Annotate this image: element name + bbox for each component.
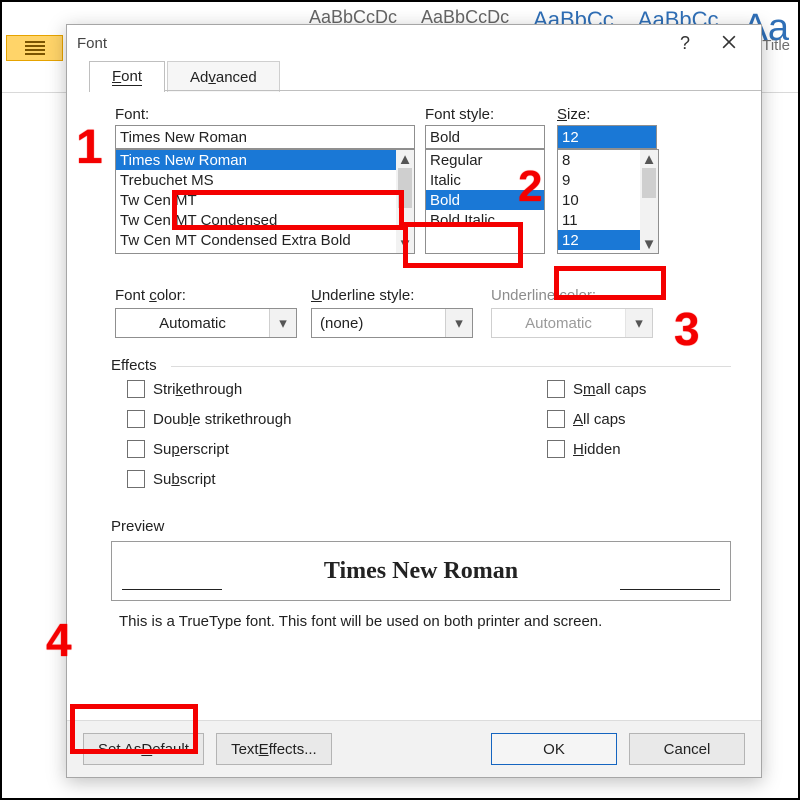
cancel-button[interactable]: Cancel [629, 733, 745, 765]
size-listbox[interactable]: 8 9 10 11 12 ▲ ▼ [557, 149, 659, 254]
all-caps-checkbox[interactable]: All caps [547, 410, 727, 428]
align-justify-button[interactable] [6, 35, 63, 61]
double-strikethrough-checkbox[interactable]: Double strikethrough [127, 410, 547, 428]
effects-section-title: Effects [111, 357, 731, 374]
font-list-item[interactable]: Tw Cen MT Condensed Extra Bold [116, 230, 414, 250]
font-style-input[interactable]: Bold [425, 125, 545, 149]
tab-advanced[interactable]: Advanced [167, 61, 280, 92]
font-color-dropdown[interactable]: Automatic ▾ [115, 308, 297, 338]
preview-box: Times New Roman [111, 541, 731, 601]
font-style-label: Font style: [425, 106, 545, 123]
text-effects-button[interactable]: Text Effects... [216, 733, 332, 765]
strikethrough-checkbox[interactable]: Strikethrough [127, 380, 547, 398]
close-icon [722, 33, 736, 54]
dialog-title: Font [77, 35, 107, 52]
preview-description: This is a TrueType font. This font will … [119, 613, 731, 630]
small-caps-checkbox[interactable]: Small caps [547, 380, 727, 398]
annotation-number-3: 3 [674, 302, 700, 356]
chevron-down-icon: ▾ [269, 309, 296, 337]
preview-section-title: Preview [111, 518, 731, 535]
font-input[interactable]: Times New Roman [115, 125, 415, 149]
annotation-number-4: 4 [46, 613, 72, 667]
scroll-up-icon[interactable]: ▲ [396, 150, 414, 168]
preview-sample-text: Times New Roman [324, 558, 518, 585]
annotation-ring-1 [172, 190, 404, 230]
subscript-checkbox[interactable]: Subscript [127, 470, 547, 488]
font-label: Font: [115, 106, 415, 123]
tab-font[interactable]: Font [89, 61, 165, 92]
chevron-down-icon: ▾ [445, 309, 472, 337]
ribbon-title-label: Title [762, 37, 790, 54]
underline-style-dropdown[interactable]: (none) ▾ [311, 308, 473, 338]
scroll-down-icon[interactable]: ▼ [640, 235, 658, 253]
size-label: Size: [557, 106, 657, 123]
hidden-checkbox[interactable]: Hidden [547, 440, 727, 458]
annotation-number-2: 2 [518, 162, 542, 212]
font-color-label: Font color: [115, 287, 305, 304]
size-list-scrollbar[interactable]: ▲ ▼ [640, 150, 658, 253]
dialog-tabs: Font Advanced [89, 61, 761, 91]
close-button[interactable] [707, 28, 751, 58]
annotation-ring-4 [70, 704, 198, 754]
font-dialog: Font ? Font Advanced Font: T [66, 24, 762, 778]
ok-button[interactable]: OK [491, 733, 617, 765]
help-button[interactable]: ? [663, 28, 707, 58]
annotation-ring-2 [403, 222, 523, 268]
superscript-checkbox[interactable]: Superscript [127, 440, 547, 458]
font-list-item[interactable]: Times New Roman [116, 150, 414, 170]
dialog-titlebar: Font ? [67, 25, 761, 61]
font-list-item[interactable]: Trebuchet MS [116, 170, 414, 190]
annotation-ring-3a [554, 266, 666, 300]
scroll-up-icon[interactable]: ▲ [640, 150, 658, 168]
chevron-down-icon: ▾ [625, 309, 652, 337]
underline-color-dropdown: Automatic ▾ [491, 308, 653, 338]
annotation-number-1: 1 [76, 120, 103, 175]
size-input[interactable]: 12 [557, 125, 657, 149]
underline-style-label: Underline style: [311, 287, 481, 304]
